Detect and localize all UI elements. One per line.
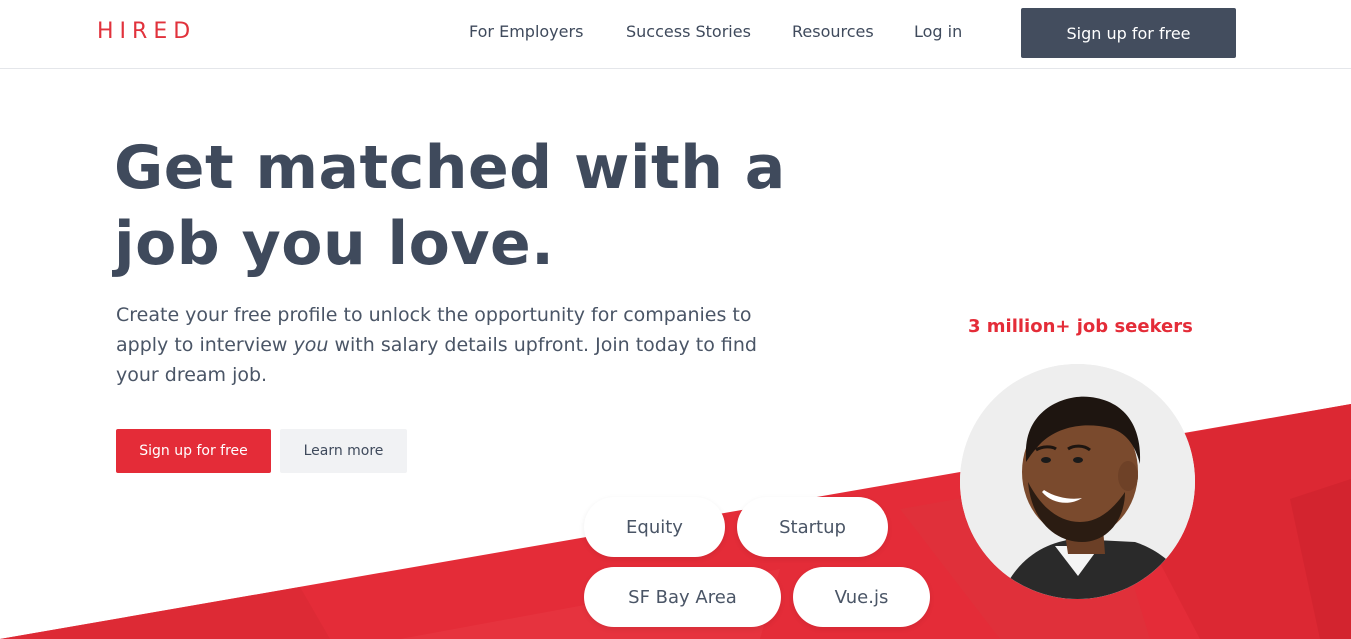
hero-description-emphasis: you — [293, 334, 329, 356]
tag-vuejs[interactable]: Vue.js — [793, 567, 930, 627]
hero-title-line-2: job you love. — [114, 209, 555, 279]
nav-log-in[interactable]: Log in — [914, 22, 962, 41]
job-seekers-stat: 3 million+ job seekers — [968, 316, 1193, 337]
hired-logo[interactable]: HIRED — [97, 19, 196, 44]
hero-signup-button[interactable]: Sign up for free — [116, 429, 271, 473]
nav-success-stories[interactable]: Success Stories — [626, 22, 751, 41]
tag-sf-bay-area[interactable]: SF Bay Area — [584, 567, 781, 627]
nav-resources[interactable]: Resources — [792, 22, 874, 41]
tag-equity[interactable]: Equity — [584, 497, 725, 557]
hero-title: Get matched with a job you love. — [114, 130, 814, 282]
tag-startup[interactable]: Startup — [737, 497, 888, 557]
learn-more-button[interactable]: Learn more — [280, 429, 407, 473]
hero-description: Create your free profile to unlock the o… — [116, 300, 766, 390]
person-illustration — [960, 364, 1195, 599]
header-signup-button[interactable]: Sign up for free — [1021, 8, 1236, 58]
job-seeker-avatar — [960, 364, 1195, 599]
site-header: HIRED For Employers Success Stories Reso… — [0, 0, 1351, 69]
hero-title-line-1: Get matched with a — [114, 133, 786, 203]
nav-for-employers[interactable]: For Employers — [469, 22, 583, 41]
